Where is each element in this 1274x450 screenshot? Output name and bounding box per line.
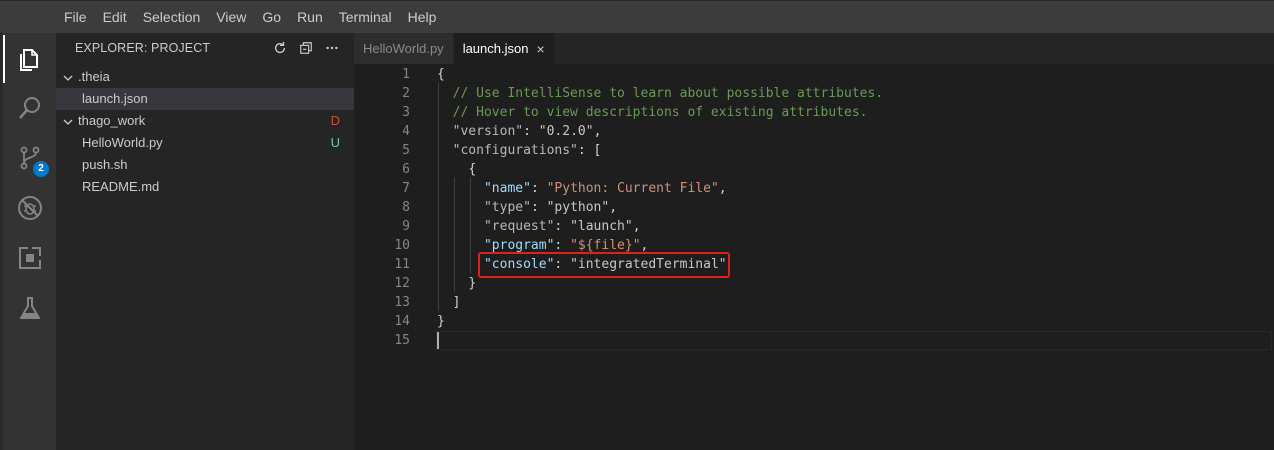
tree-file-launch-json[interactable]: launch.json: [56, 88, 354, 110]
line-number: 6: [402, 162, 410, 177]
more-actions-icon[interactable]: [324, 40, 340, 56]
code-token: {: [437, 67, 445, 82]
chevron-down-icon: [61, 114, 75, 128]
line-number: 14: [394, 314, 410, 329]
json-value: "0.2.0": [538, 124, 594, 139]
close-icon[interactable]: ×: [536, 41, 544, 57]
code-token: }: [468, 276, 477, 291]
code-line: 5 "configurations": [: [354, 141, 1274, 160]
menu-go[interactable]: Go: [254, 1, 289, 34]
code-token: ]: [452, 295, 461, 310]
json-key: "configurations": [452, 143, 578, 158]
tree-item-label: README.md: [82, 179, 160, 194]
tree-item-label: launch.json: [82, 91, 148, 106]
search-icon: [16, 94, 44, 125]
code-token: {: [468, 162, 477, 177]
scm-count-badge: 2: [33, 161, 49, 177]
json-key: "type": [483, 200, 531, 215]
editor-tabs: HelloWorld.py launch.json ×: [354, 33, 1274, 64]
json-key: "version": [452, 124, 524, 139]
tab-label: HelloWorld.py: [363, 41, 444, 56]
code-comment: // Use IntelliSense to learn about possi…: [452, 86, 884, 101]
code-line: 14 }: [354, 312, 1274, 331]
json-key: "name": [483, 181, 531, 196]
refresh-icon[interactable]: [272, 40, 288, 56]
collapse-all-icon[interactable]: [298, 40, 314, 56]
text-cursor: [437, 332, 439, 349]
tree-folder-theia[interactable]: .theia: [56, 66, 354, 88]
code-line: 3 // Hover to view descriptions of exist…: [354, 103, 1274, 122]
code-line: 15: [354, 331, 1274, 350]
files-icon: [16, 44, 44, 75]
explorer-header: EXPLORER: PROJECT: [56, 33, 354, 63]
source-control-activity[interactable]: 2: [3, 135, 56, 183]
line-number: 3: [402, 105, 410, 120]
json-key: "program": [483, 238, 555, 253]
line-number: 5: [402, 143, 410, 158]
code-line: 8 "type": "python",: [354, 198, 1274, 217]
tree-item-label: push.sh: [82, 157, 128, 172]
annotation-highlight-box: [478, 252, 730, 278]
menu-file[interactable]: File: [56, 1, 95, 34]
tree-file-push-sh[interactable]: push.sh: [56, 154, 354, 176]
debug-activity[interactable]: [3, 185, 56, 233]
line-number: 8: [402, 200, 410, 215]
tab-helloworld[interactable]: HelloWorld.py: [354, 33, 454, 64]
flask-icon: [16, 294, 44, 325]
menu-terminal[interactable]: Terminal: [331, 1, 400, 34]
explorer-sidebar: EXPLORER: PROJECT .theia launch.json tha…: [56, 33, 354, 450]
line-number: 9: [402, 219, 410, 234]
line-number: 4: [402, 124, 410, 139]
menu-run[interactable]: Run: [289, 1, 331, 34]
line-number: 2: [402, 86, 410, 101]
tree-item-label: HelloWorld.py: [82, 135, 163, 150]
code-token: }: [437, 314, 445, 329]
json-value: "launch": [570, 219, 633, 234]
line-number: 15: [394, 333, 410, 348]
menu-bar: File Edit Selection View Go Run Terminal…: [0, 0, 1274, 33]
menu-edit[interactable]: Edit: [95, 1, 135, 34]
line-number: 10: [394, 238, 410, 253]
code-comment: // Hover to view descriptions of existin…: [452, 105, 868, 120]
menu-help[interactable]: Help: [400, 1, 445, 34]
extensions-icon: [16, 244, 44, 275]
json-key: "request": [483, 219, 555, 234]
json-value: "Python: Current File": [546, 181, 719, 196]
line-number: 12: [394, 276, 410, 291]
tab-launch-json[interactable]: launch.json ×: [453, 33, 555, 64]
tree-item-label: thago_work: [78, 113, 146, 128]
code-line: 13 ]: [354, 293, 1274, 312]
line-number: 1: [402, 67, 410, 82]
untracked-status-badge: U: [330, 135, 340, 150]
extensions-activity[interactable]: [3, 235, 56, 283]
no-bug-icon: [16, 194, 44, 225]
tree-file-helloworld[interactable]: HelloWorld.py U: [56, 132, 354, 154]
tree-file-readme[interactable]: README.md: [56, 176, 354, 198]
json-value: "python": [546, 200, 610, 215]
json-value: "${file}": [570, 238, 641, 253]
explorer-title: EXPLORER: PROJECT: [75, 41, 211, 55]
code-line: 2 // Use IntelliSense to learn about pos…: [354, 84, 1274, 103]
code-token: : [: [577, 143, 602, 158]
chevron-down-icon: [61, 70, 75, 84]
activity-bar: 2: [0, 33, 56, 450]
explorer-activity[interactable]: [3, 35, 56, 83]
code-line: 6 {: [354, 160, 1274, 179]
deleted-status-badge: D: [330, 113, 340, 128]
tree-folder-thago-work[interactable]: thago_work D: [56, 110, 354, 132]
line-number: 11: [394, 257, 410, 272]
menu-selection[interactable]: Selection: [135, 1, 209, 34]
code-line: 7 "name": "Python: Current File",: [354, 179, 1274, 198]
tree-item-label: .theia: [78, 69, 110, 84]
testing-activity[interactable]: [3, 285, 56, 333]
code-line: 4 "version": "0.2.0",: [354, 122, 1274, 141]
tab-label: launch.json: [462, 41, 529, 56]
line-number: 7: [402, 181, 410, 196]
code-line: 1 {: [354, 65, 1274, 84]
code-line: 9 "request": "launch",: [354, 217, 1274, 236]
line-number: 13: [394, 295, 410, 310]
search-activity[interactable]: [3, 85, 56, 133]
menu-view[interactable]: View: [208, 1, 254, 34]
code-editor[interactable]: 1 { 2 // Use IntelliSense to learn about…: [354, 64, 1274, 450]
